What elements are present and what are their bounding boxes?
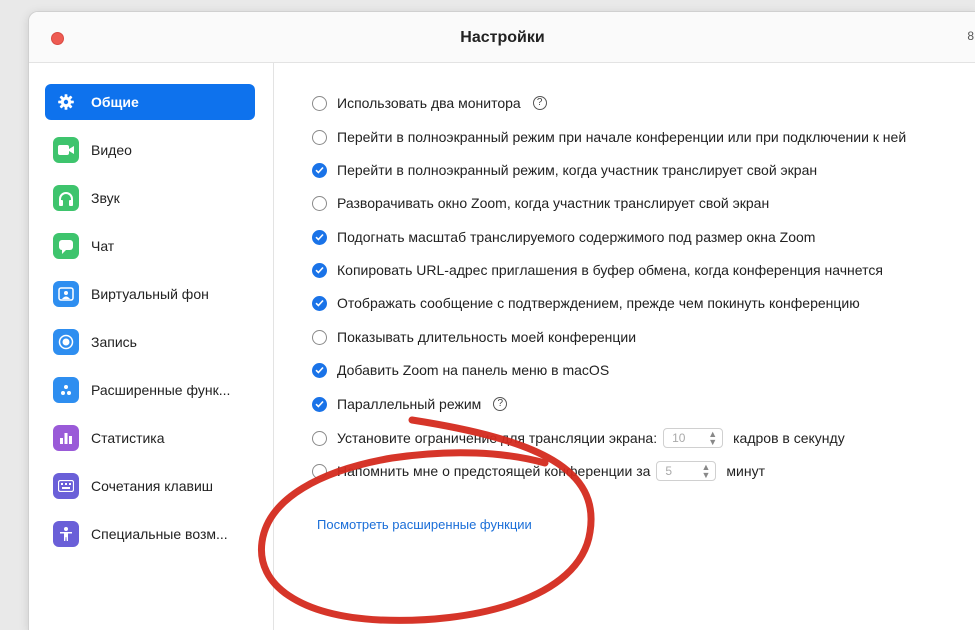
option-fullscreen-on-join: Перейти в полноэкранный режим при начале…: [312, 126, 906, 148]
reminder-value: 5: [665, 464, 673, 478]
checkmark-icon: [315, 233, 324, 241]
sidebar-item-label: Сочетания клавиш: [91, 478, 213, 494]
option-label: Разворачивать окно Zoom, когда участник …: [337, 195, 770, 211]
show-duration-checkbox[interactable]: [312, 329, 327, 345]
settings-window: Настройки 8 Общие Видео Звук Чат Виртуал…: [28, 11, 975, 630]
reminder-stepper[interactable]: 5 ▲ ▼: [656, 461, 717, 481]
stepper-arrows-icon: ▲ ▼: [708, 429, 718, 447]
record-icon: [53, 329, 79, 355]
option-label: Отображать сообщение с подтверждением, п…: [337, 295, 860, 311]
option-copy-invite-url: Копировать URL-адрес приглашения в буфер…: [312, 259, 883, 281]
option-label: Добавить Zoom на панель меню в macOS: [337, 362, 610, 378]
fullscreen-on-join-checkbox[interactable]: [312, 129, 327, 145]
checkmark-icon: [315, 166, 324, 174]
option-fullscreen-on-share: Перейти в полноэкранный режим, когда уча…: [312, 159, 817, 181]
bar-chart-icon: [53, 425, 79, 451]
option-meeting-reminder: Напомнить мне о предстоящей конференции …: [312, 460, 765, 482]
checkmark-icon: [315, 299, 324, 307]
sidebar-item-label: Видео: [91, 142, 132, 158]
sidebar-item-virtual-background[interactable]: Виртуальный фон: [45, 276, 255, 312]
sidebar-item-chat[interactable]: Чат: [45, 228, 255, 264]
checkmark-icon: [315, 266, 324, 274]
view-advanced-features-link[interactable]: Посмотреть расширенные функции: [317, 517, 532, 532]
dual-monitors-checkbox[interactable]: [312, 95, 327, 111]
sidebar-item-video[interactable]: Видео: [45, 132, 255, 168]
checkmark-icon: [315, 400, 324, 408]
checkmark-icon: [315, 366, 324, 374]
scale-to-fit-checkbox[interactable]: [312, 229, 327, 245]
option-label: Показывать длительность моей конференции: [337, 329, 637, 345]
advanced-features-icon: [53, 377, 79, 403]
option-label: Напомнить мне о предстоящей конференции …: [337, 463, 651, 479]
sidebar-item-keyboard-shortcuts[interactable]: Сочетания клавиш: [45, 468, 255, 504]
option-side-by-side: Параллельный режим ?: [312, 393, 508, 415]
option-label: Установите ограничение для трансляции эк…: [337, 430, 658, 446]
sidebar-item-audio[interactable]: Звук: [45, 180, 255, 216]
sidebar-item-label: Специальные возм...: [91, 526, 228, 542]
option-show-duration: Показывать длительность моей конференции: [312, 326, 636, 348]
option-fps-limit: Установите ограничение для трансляции эк…: [312, 427, 845, 449]
video-camera-icon: [53, 137, 79, 163]
option-maximize-on-share: Разворачивать окно Zoom, когда участник …: [312, 192, 769, 214]
menu-bar-checkbox[interactable]: [312, 362, 327, 378]
meeting-reminder-checkbox[interactable]: [312, 463, 327, 479]
help-icon[interactable]: ?: [493, 397, 508, 411]
copy-invite-url-checkbox[interactable]: [312, 262, 327, 278]
fps-stepper[interactable]: 10 ▲ ▼: [663, 428, 724, 448]
clipped-edge-text: 8: [967, 29, 974, 43]
general-settings-panel: Использовать два монитора ? Перейти в по…: [274, 63, 975, 630]
sidebar-item-label: Чат: [91, 238, 115, 254]
option-confirm-leave: Отображать сообщение с подтверждением, п…: [312, 292, 860, 314]
maximize-on-share-checkbox[interactable]: [312, 195, 327, 211]
keyboard-icon: [53, 473, 79, 499]
window-title: Настройки: [460, 29, 545, 46]
sidebar-item-label: Запись: [91, 334, 137, 350]
title-bar: Настройки 8: [29, 12, 975, 63]
settings-sidebar: Общие Видео Звук Чат Виртуальный фон Зап…: [29, 63, 274, 630]
headphones-icon: [53, 185, 79, 211]
option-label: Параллельный режим: [337, 396, 482, 412]
sidebar-item-label: Расширенные функ...: [91, 382, 231, 398]
option-scale-to-fit: Подогнать масштаб транслируемого содержи…: [312, 226, 815, 248]
sidebar-item-advanced-features[interactable]: Расширенные функ...: [45, 372, 255, 408]
help-icon[interactable]: ?: [532, 96, 547, 110]
confirm-leave-checkbox[interactable]: [312, 295, 327, 311]
virtual-background-icon: [53, 281, 79, 307]
option-menu-bar: Добавить Zoom на панель меню в macOS: [312, 359, 609, 381]
option-label: Перейти в полноэкранный режим, когда уча…: [337, 162, 818, 178]
sidebar-item-label: Статистика: [91, 430, 165, 446]
gear-icon: [53, 89, 79, 115]
fullscreen-on-share-checkbox[interactable]: [312, 162, 327, 178]
sidebar-item-recording[interactable]: Запись: [45, 324, 255, 360]
option-label: Использовать два монитора: [337, 95, 521, 111]
option-suffix: минут: [726, 463, 765, 479]
stepper-arrows-icon: ▲ ▼: [701, 462, 711, 480]
side-by-side-checkbox[interactable]: [312, 396, 327, 412]
fps-value: 10: [672, 431, 686, 445]
accessibility-icon: [53, 521, 79, 547]
sidebar-item-accessibility[interactable]: Специальные возм...: [45, 516, 255, 552]
sidebar-item-label: Звук: [91, 190, 120, 206]
sidebar-item-label: Общие: [91, 94, 139, 110]
sidebar-item-general[interactable]: Общие: [45, 84, 255, 120]
option-label: Подогнать масштаб транслируемого содержи…: [337, 229, 816, 245]
option-dual-monitors: Использовать два монитора ?: [312, 92, 547, 114]
fps-limit-checkbox[interactable]: [312, 430, 327, 446]
option-label: Копировать URL-адрес приглашения в буфер…: [337, 262, 883, 278]
sidebar-item-statistics[interactable]: Статистика: [45, 420, 255, 456]
option-label: Перейти в полноэкранный режим при начале…: [337, 129, 907, 145]
option-suffix: кадров в секунду: [733, 430, 845, 446]
sidebar-item-label: Виртуальный фон: [91, 286, 209, 302]
chat-bubble-icon: [53, 233, 79, 259]
